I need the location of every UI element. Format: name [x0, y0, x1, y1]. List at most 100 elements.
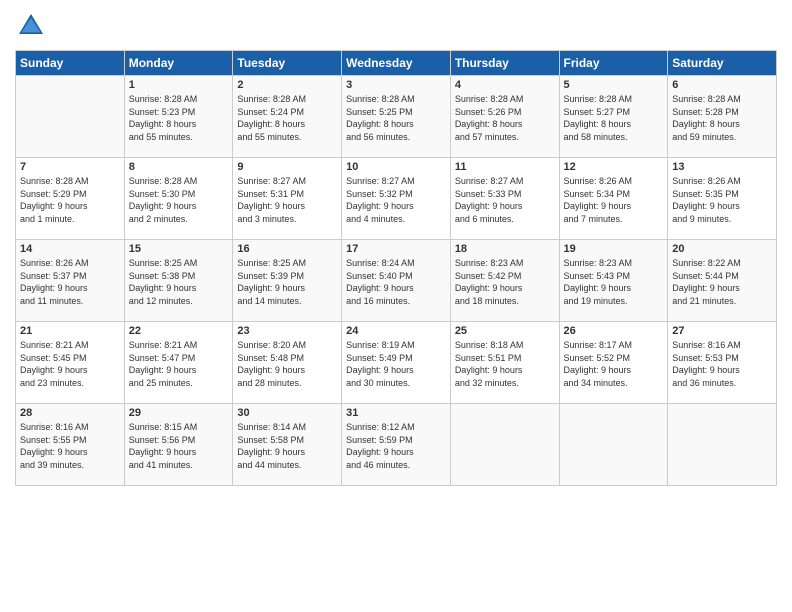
calendar-cell: 4 Sunrise: 8:28 AM Sunset: 5:26 PM Daylig…	[450, 76, 559, 158]
day-info: Sunrise: 8:28 AM Sunset: 5:23 PM Dayligh…	[129, 93, 229, 143]
page-header	[15, 10, 777, 42]
calendar-cell: 28 Sunrise: 8:16 AM Sunset: 5:55 PM Dayli…	[16, 404, 125, 486]
day-info: Sunrise: 8:15 AM Sunset: 5:56 PM Dayligh…	[129, 421, 229, 471]
header-cell: Wednesday	[342, 51, 451, 76]
day-info: Sunrise: 8:28 AM Sunset: 5:25 PM Dayligh…	[346, 93, 446, 143]
calendar-cell: 11 Sunrise: 8:27 AM Sunset: 5:33 PM Dayli…	[450, 158, 559, 240]
day-number: 13	[672, 161, 772, 173]
day-info: Sunrise: 8:19 AM Sunset: 5:49 PM Dayligh…	[346, 339, 446, 389]
day-info: Sunrise: 8:12 AM Sunset: 5:59 PM Dayligh…	[346, 421, 446, 471]
calendar-cell: 26 Sunrise: 8:17 AM Sunset: 5:52 PM Dayli…	[559, 322, 668, 404]
logo-icon	[15, 10, 47, 42]
day-info: Sunrise: 8:22 AM Sunset: 5:44 PM Dayligh…	[672, 257, 772, 307]
day-number: 12	[564, 161, 664, 173]
day-info: Sunrise: 8:26 AM Sunset: 5:37 PM Dayligh…	[20, 257, 120, 307]
day-info: Sunrise: 8:26 AM Sunset: 5:34 PM Dayligh…	[564, 175, 664, 225]
day-number: 24	[346, 325, 446, 337]
day-number: 1	[129, 79, 229, 91]
day-number: 27	[672, 325, 772, 337]
calendar-cell: 2 Sunrise: 8:28 AM Sunset: 5:24 PM Daylig…	[233, 76, 342, 158]
calendar-cell: 25 Sunrise: 8:18 AM Sunset: 5:51 PM Dayli…	[450, 322, 559, 404]
day-info: Sunrise: 8:26 AM Sunset: 5:35 PM Dayligh…	[672, 175, 772, 225]
day-info: Sunrise: 8:28 AM Sunset: 5:28 PM Dayligh…	[672, 93, 772, 143]
day-info: Sunrise: 8:20 AM Sunset: 5:48 PM Dayligh…	[237, 339, 337, 389]
calendar-cell: 22Sunrise: 8:21 AM Sunset: 5:47 PM Dayli…	[124, 322, 233, 404]
day-info: Sunrise: 8:28 AM Sunset: 5:24 PM Dayligh…	[237, 93, 337, 143]
calendar-week-row: 28 Sunrise: 8:16 AM Sunset: 5:55 PM Dayli…	[16, 404, 777, 486]
calendar-cell: 20 Sunrise: 8:22 AM Sunset: 5:44 PM Dayli…	[668, 240, 777, 322]
header-cell: Thursday	[450, 51, 559, 76]
day-info: Sunrise: 8:23 AM Sunset: 5:43 PM Dayligh…	[564, 257, 664, 307]
calendar-cell: 30 Sunrise: 8:14 AM Sunset: 5:58 PM Dayli…	[233, 404, 342, 486]
day-info: Sunrise: 8:21 AM Sunset: 5:45 PM Dayligh…	[20, 339, 120, 389]
logo	[15, 10, 51, 42]
calendar-cell: 15 Sunrise: 8:25 AM Sunset: 5:38 PM Dayli…	[124, 240, 233, 322]
header-cell: Monday	[124, 51, 233, 76]
calendar-cell: 21 Sunrise: 8:21 AM Sunset: 5:45 PM Dayli…	[16, 322, 125, 404]
header-cell: Friday	[559, 51, 668, 76]
day-number: 10	[346, 161, 446, 173]
calendar-cell: 6 Sunrise: 8:28 AM Sunset: 5:28 PM Daylig…	[668, 76, 777, 158]
calendar-cell	[668, 404, 777, 486]
day-number: 9	[237, 161, 337, 173]
day-info: Sunrise: 8:25 AM Sunset: 5:39 PM Dayligh…	[237, 257, 337, 307]
calendar-cell: 8 Sunrise: 8:28 AM Sunset: 5:30 PM Daylig…	[124, 158, 233, 240]
day-info: Sunrise: 8:25 AM Sunset: 5:38 PM Dayligh…	[129, 257, 229, 307]
day-number: 28	[20, 407, 120, 419]
day-number: 7	[20, 161, 120, 173]
day-number: 11	[455, 161, 555, 173]
calendar-cell: 17Sunrise: 8:24 AM Sunset: 5:40 PM Dayli…	[342, 240, 451, 322]
calendar-cell: 16Sunrise: 8:25 AM Sunset: 5:39 PM Dayli…	[233, 240, 342, 322]
day-number: 22	[129, 325, 229, 337]
calendar-cell: 18Sunrise: 8:23 AM Sunset: 5:42 PM Dayli…	[450, 240, 559, 322]
day-info: Sunrise: 8:27 AM Sunset: 5:33 PM Dayligh…	[455, 175, 555, 225]
day-number: 2	[237, 79, 337, 91]
calendar-cell: 13 Sunrise: 8:26 AM Sunset: 5:35 PM Dayli…	[668, 158, 777, 240]
calendar-week-row: 14 Sunrise: 8:26 AM Sunset: 5:37 PM Dayli…	[16, 240, 777, 322]
calendar-cell: 19Sunrise: 8:23 AM Sunset: 5:43 PM Dayli…	[559, 240, 668, 322]
day-info: Sunrise: 8:17 AM Sunset: 5:52 PM Dayligh…	[564, 339, 664, 389]
header-cell: Saturday	[668, 51, 777, 76]
header-cell: Sunday	[16, 51, 125, 76]
header-row: SundayMondayTuesdayWednesdayThursdayFrid…	[16, 51, 777, 76]
day-info: Sunrise: 8:23 AM Sunset: 5:42 PM Dayligh…	[455, 257, 555, 307]
calendar-cell	[450, 404, 559, 486]
calendar-cell: 5 Sunrise: 8:28 AM Sunset: 5:27 PM Daylig…	[559, 76, 668, 158]
calendar-cell: 10Sunrise: 8:27 AM Sunset: 5:32 PM Dayli…	[342, 158, 451, 240]
day-info: Sunrise: 8:14 AM Sunset: 5:58 PM Dayligh…	[237, 421, 337, 471]
calendar-cell: 29Sunrise: 8:15 AM Sunset: 5:56 PM Dayli…	[124, 404, 233, 486]
calendar-cell: 14 Sunrise: 8:26 AM Sunset: 5:37 PM Dayli…	[16, 240, 125, 322]
day-number: 23	[237, 325, 337, 337]
header-cell: Tuesday	[233, 51, 342, 76]
day-info: Sunrise: 8:28 AM Sunset: 5:30 PM Dayligh…	[129, 175, 229, 225]
day-number: 26	[564, 325, 664, 337]
page-container: SundayMondayTuesdayWednesdayThursdayFrid…	[0, 0, 792, 496]
calendar-cell: 9 Sunrise: 8:27 AM Sunset: 5:31 PM Daylig…	[233, 158, 342, 240]
day-number: 15	[129, 243, 229, 255]
day-number: 5	[564, 79, 664, 91]
day-number: 20	[672, 243, 772, 255]
calendar-cell: 24 Sunrise: 8:19 AM Sunset: 5:49 PM Dayli…	[342, 322, 451, 404]
day-number: 3	[346, 79, 446, 91]
day-info: Sunrise: 8:24 AM Sunset: 5:40 PM Dayligh…	[346, 257, 446, 307]
day-info: Sunrise: 8:28 AM Sunset: 5:27 PM Dayligh…	[564, 93, 664, 143]
calendar-cell: 12 Sunrise: 8:26 AM Sunset: 5:34 PM Dayli…	[559, 158, 668, 240]
calendar-week-row: 21 Sunrise: 8:21 AM Sunset: 5:45 PM Dayli…	[16, 322, 777, 404]
calendar-cell: 27Sunrise: 8:16 AM Sunset: 5:53 PM Dayli…	[668, 322, 777, 404]
day-number: 30	[237, 407, 337, 419]
day-number: 6	[672, 79, 772, 91]
day-info: Sunrise: 8:28 AM Sunset: 5:29 PM Dayligh…	[20, 175, 120, 225]
calendar-cell: 31Sunrise: 8:12 AM Sunset: 5:59 PM Dayli…	[342, 404, 451, 486]
day-info: Sunrise: 8:27 AM Sunset: 5:31 PM Dayligh…	[237, 175, 337, 225]
day-info: Sunrise: 8:18 AM Sunset: 5:51 PM Dayligh…	[455, 339, 555, 389]
calendar-cell	[16, 76, 125, 158]
calendar-cell	[559, 404, 668, 486]
calendar-week-row: 7 Sunrise: 8:28 AM Sunset: 5:29 PM Daylig…	[16, 158, 777, 240]
day-number: 14	[20, 243, 120, 255]
day-number: 8	[129, 161, 229, 173]
day-info: Sunrise: 8:28 AM Sunset: 5:26 PM Dayligh…	[455, 93, 555, 143]
day-number: 25	[455, 325, 555, 337]
day-number: 4	[455, 79, 555, 91]
day-info: Sunrise: 8:16 AM Sunset: 5:55 PM Dayligh…	[20, 421, 120, 471]
day-number: 21	[20, 325, 120, 337]
